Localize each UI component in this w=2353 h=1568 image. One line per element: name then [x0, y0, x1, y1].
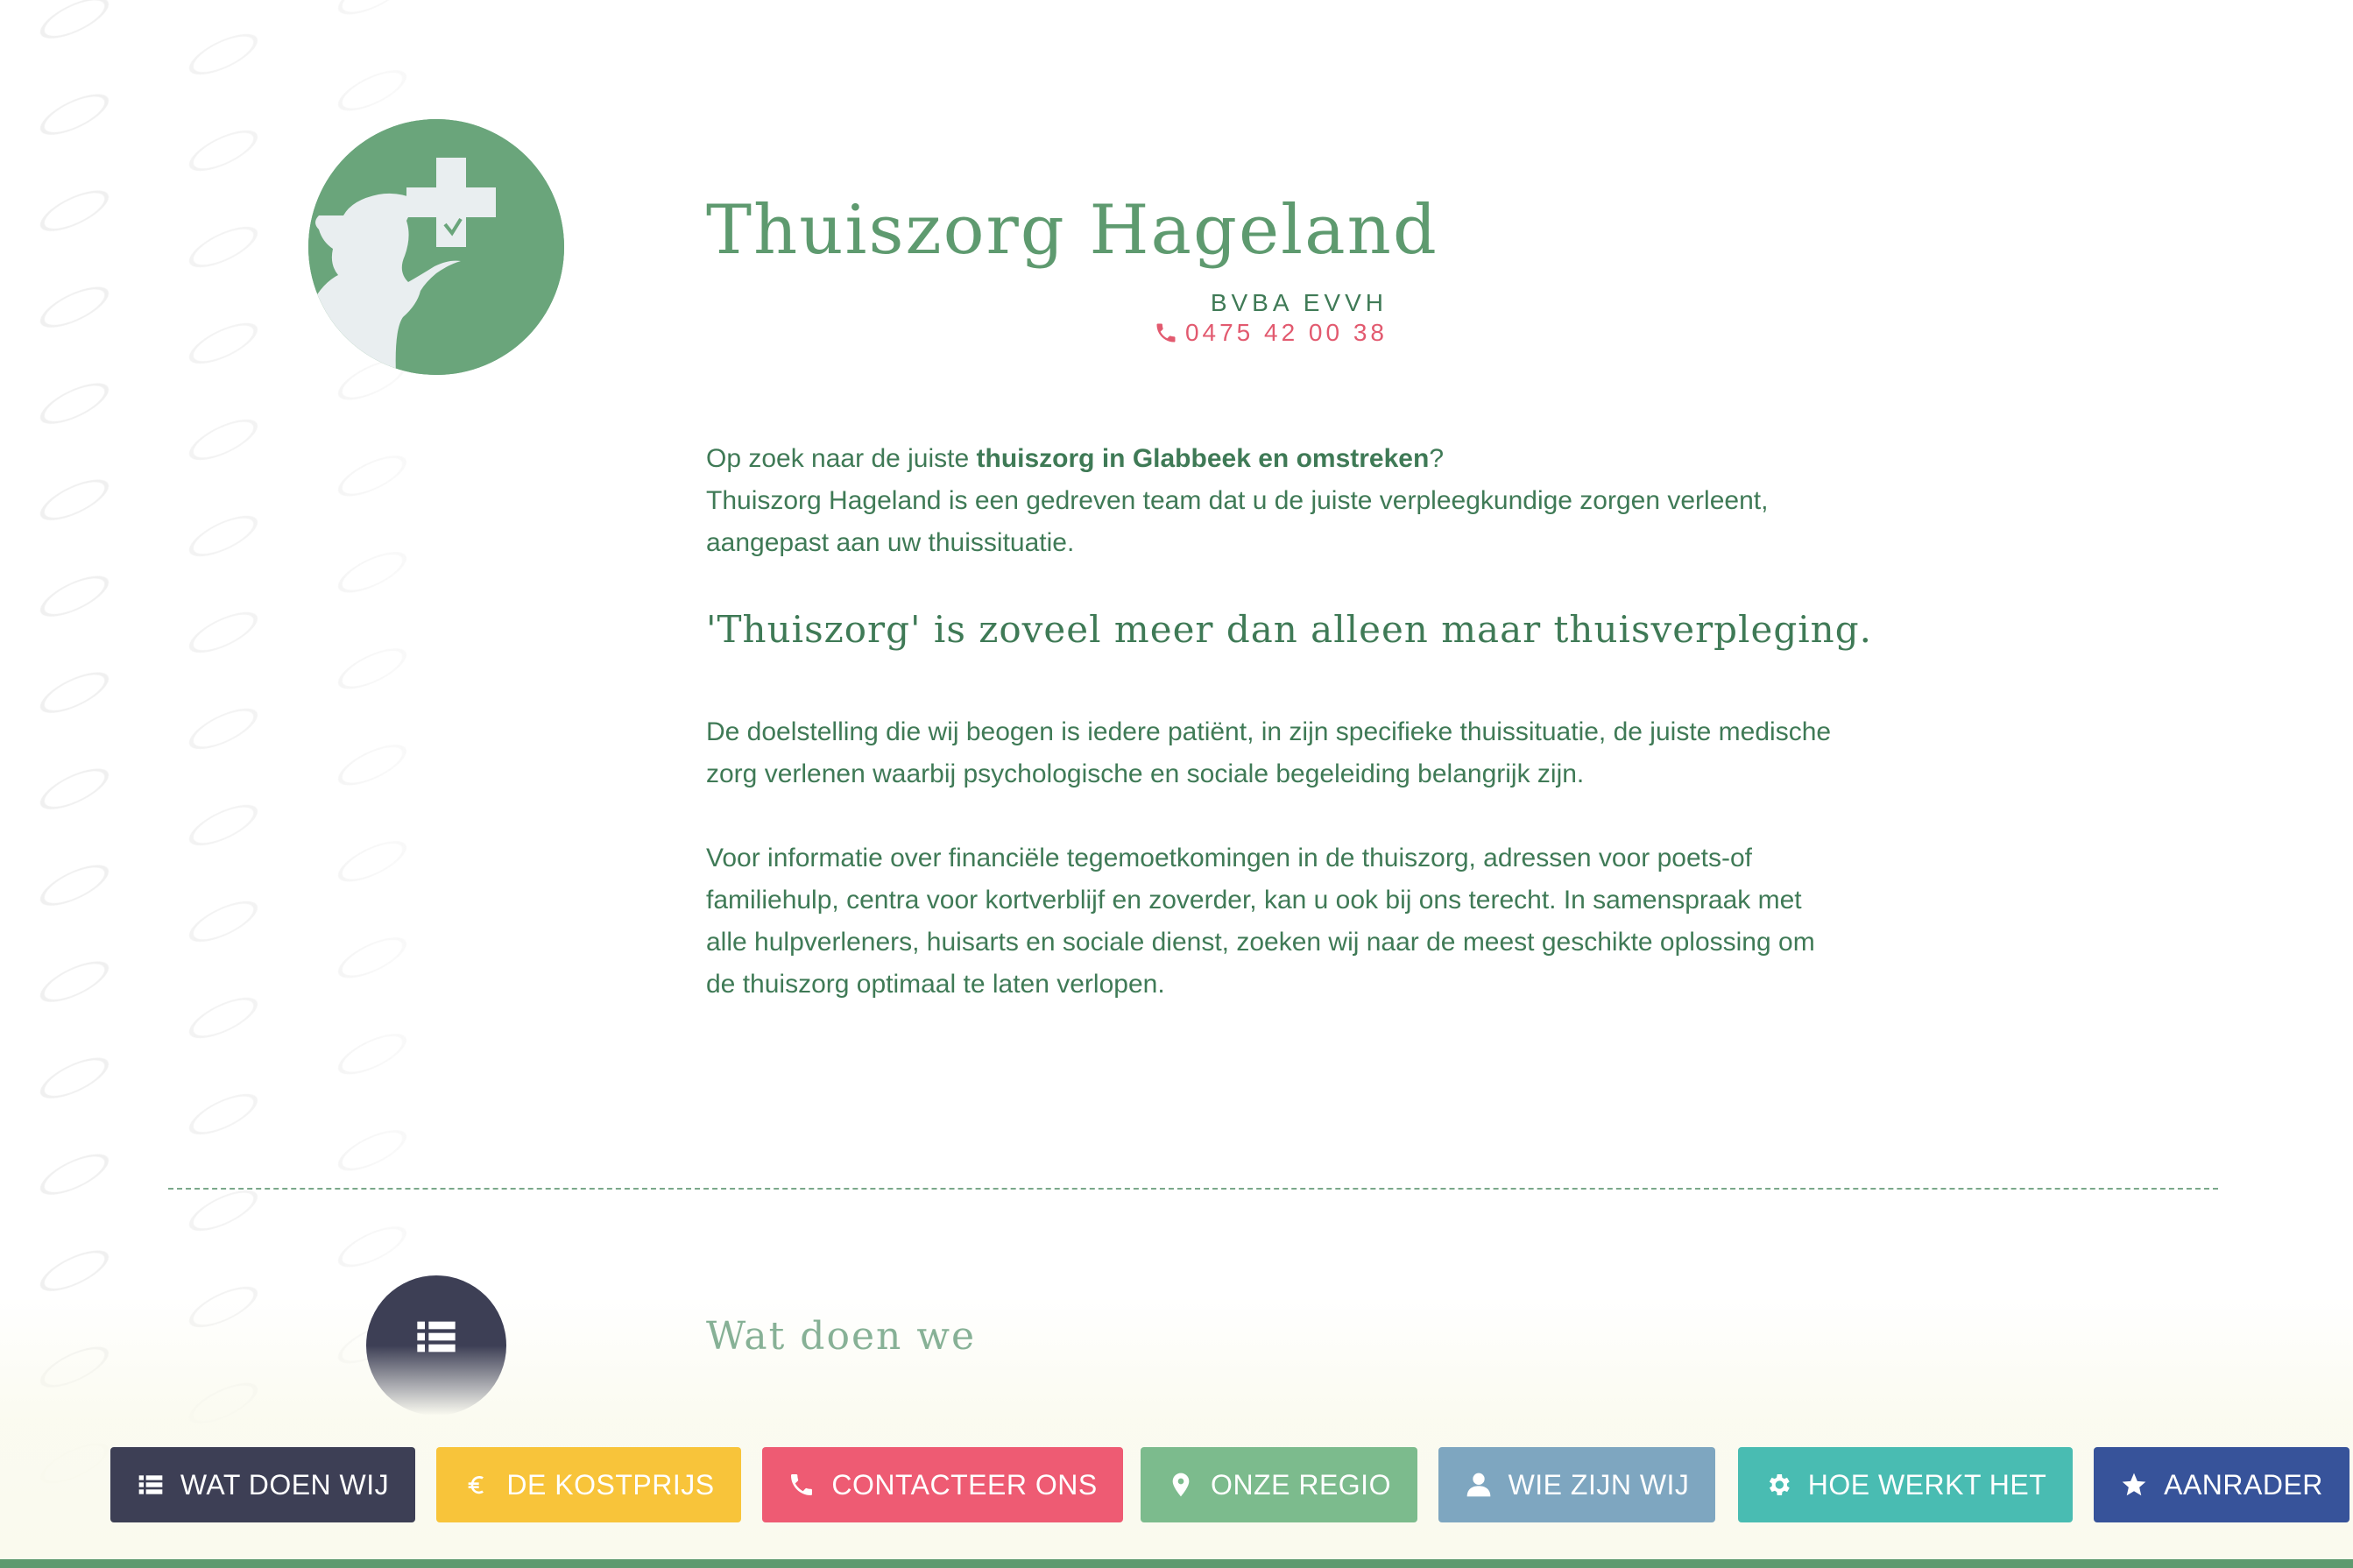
nav-contacteer-ons[interactable]: CONTACTEER ONS [762, 1447, 1123, 1522]
intro-prefix: Op zoek naar de juiste [706, 444, 977, 473]
nav-label: DE KOSTPRIJS [506, 1468, 715, 1501]
nav-aanrader[interactable]: AANRADER [2094, 1447, 2349, 1522]
nav-wat-doen-wij[interactable]: WAT DOEN WIJ [110, 1447, 415, 1522]
euro-icon [469, 1475, 484, 1494]
phone-icon [1156, 323, 1176, 343]
nav-label: AANRADER [2164, 1468, 2323, 1501]
nav-wie-zijn-wij[interactable]: WIE ZIJN WIJ [1438, 1447, 1715, 1522]
section-title: Wat doen we [706, 1314, 977, 1359]
phone-link[interactable]: 0475 42 00 38 [1154, 319, 1388, 347]
phone-icon [791, 1474, 813, 1495]
map-marker-icon [1172, 1473, 1190, 1497]
intro-bold: thuiszorg in Glabbeek en omstreken [976, 444, 1430, 473]
phone-number: 0475 42 00 38 [1184, 319, 1388, 346]
bottom-accent-bar [0, 1559, 2353, 1568]
user-icon [1466, 1473, 1490, 1497]
nav-hoe-werkt-het[interactable]: HOE WERKT HET [1738, 1447, 2073, 1522]
page-title: Thuiszorg Hageland [706, 191, 1438, 270]
intro-text: Op zoek naar de juiste thuiszorg in Glab… [706, 438, 1845, 564]
nav-label: ONZE REGIO [1211, 1468, 1391, 1501]
bottom-nav: WAT DOEN WIJ DE KOSTPRIJS CONTACTEER ONS… [0, 1447, 2353, 1522]
nav-onze-regio[interactable]: ONZE REGIO [1141, 1447, 1417, 1522]
nav-label: HOE WERKT HET [1807, 1468, 2047, 1501]
logo[interactable] [308, 119, 564, 375]
gear-icon [1769, 1474, 1790, 1495]
nurse-logo-icon [308, 119, 564, 375]
nav-label: WIE ZIJN WIJ [1508, 1468, 1690, 1501]
paragraph-goal: De doelstelling die wij beogen is iedere… [706, 717, 1832, 788]
section-divider [168, 1188, 2218, 1190]
section-icon-circle [366, 1275, 506, 1416]
star-icon [2122, 1473, 2146, 1496]
nav-label: WAT DOEN WIJ [180, 1468, 390, 1501]
intro-line-1: Op zoek naar de juiste thuiszorg in Glab… [706, 438, 1845, 480]
paragraph-info: Voor informatie over financiële tegemoet… [706, 844, 1815, 999]
list-icon [138, 1475, 163, 1494]
bottom-fade [0, 1296, 2353, 1568]
company-subtitle: BVBA EVVH [1210, 289, 1388, 316]
intro-line-2: Thuiszorg Hageland is een gedreven team … [706, 486, 1769, 557]
intro-suffix: ? [1429, 444, 1444, 473]
nav-label: CONTACTEER ONS [831, 1468, 1098, 1501]
quote-heading: 'Thuiszorg' is zoveel meer dan alleen ma… [706, 608, 1872, 651]
nav-de-kostprijs[interactable]: DE KOSTPRIJS [436, 1447, 741, 1522]
list-icon [417, 1321, 456, 1353]
